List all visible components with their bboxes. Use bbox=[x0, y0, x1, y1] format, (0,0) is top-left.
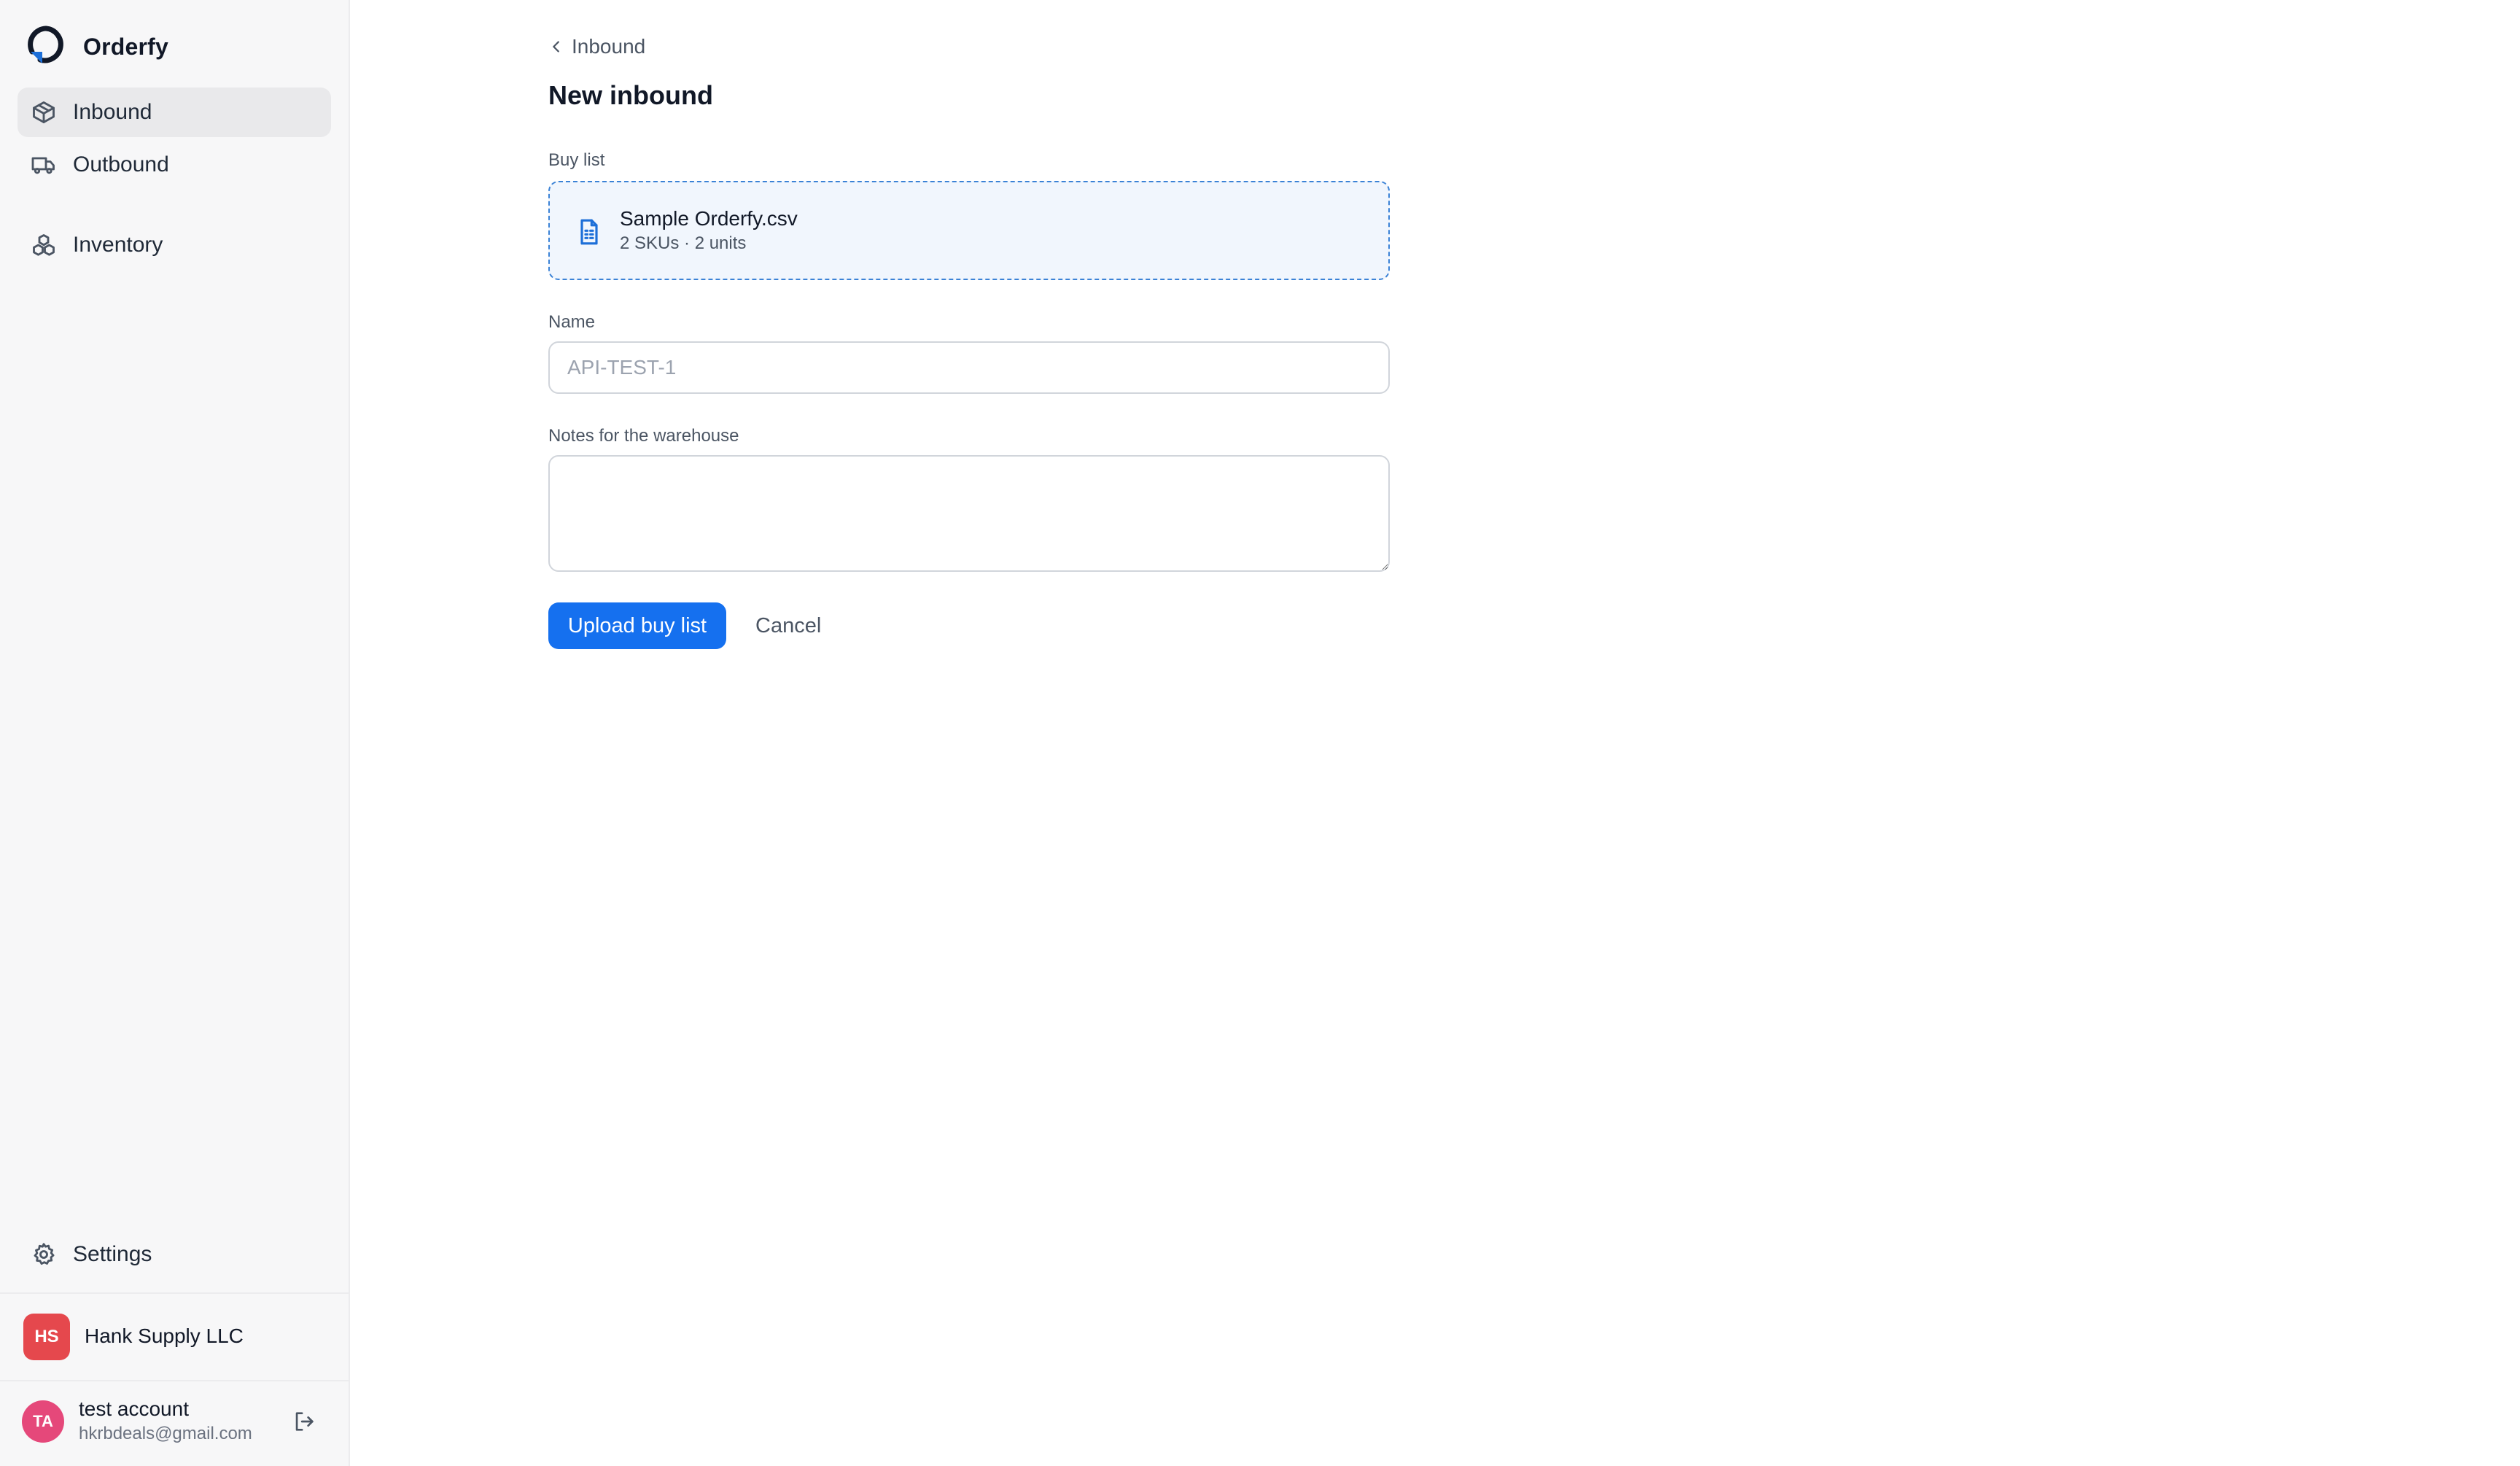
buy-list-dropzone[interactable]: Sample Orderfy.csv 2 SKUs · 2 units bbox=[548, 181, 1390, 280]
csv-file-icon bbox=[575, 217, 604, 247]
sidebar-item-inbound[interactable]: Inbound bbox=[18, 88, 331, 137]
sidebar-item-settings[interactable]: Settings bbox=[18, 1230, 331, 1279]
name-label: Name bbox=[548, 312, 596, 332]
upload-buy-list-button[interactable]: Upload buy list bbox=[548, 602, 726, 649]
buy-list-label: Buy list bbox=[548, 150, 605, 170]
sidebar: Orderfy Inbound Outbound Inventory Setti… bbox=[0, 0, 350, 1466]
breadcrumb-label: Inbound bbox=[572, 35, 646, 58]
gear-icon bbox=[31, 1241, 57, 1268]
org-switcher[interactable]: HS Hank Supply LLC bbox=[0, 1294, 349, 1380]
sidebar-item-inventory[interactable]: Inventory bbox=[18, 220, 331, 270]
main-content: Inbound New inbound Buy list Sample Orde… bbox=[350, 0, 2520, 1466]
user-profile: TA test account hkrbdeals@gmail.com bbox=[0, 1381, 349, 1466]
user-avatar: TA bbox=[22, 1400, 64, 1443]
brand-name: Orderfy bbox=[83, 33, 168, 60]
brand[interactable]: Orderfy bbox=[25, 25, 168, 69]
cancel-button[interactable]: Cancel bbox=[747, 602, 830, 649]
sidebar-item-label: Settings bbox=[73, 1242, 152, 1266]
user-name: test account bbox=[79, 1397, 189, 1420]
file-meta: 2 SKUs · 2 units bbox=[620, 233, 747, 253]
chevron-left-icon bbox=[553, 41, 559, 53]
sidebar-item-label: Outbound bbox=[73, 152, 169, 177]
package-icon bbox=[31, 99, 57, 125]
page-title: New inbound bbox=[548, 80, 713, 110]
org-name: Hank Supply LLC bbox=[85, 1325, 244, 1347]
sidebar-item-outbound[interactable]: Outbound bbox=[18, 140, 331, 190]
app-root: Orderfy Inbound Outbound Inventory Setti… bbox=[0, 0, 2520, 1466]
orderfy-logo-icon bbox=[25, 24, 67, 70]
breadcrumb-back-link[interactable]: Inbound bbox=[548, 35, 645, 58]
notes-label: Notes for the warehouse bbox=[548, 426, 739, 446]
boxes-icon bbox=[31, 232, 57, 258]
file-name: Sample Orderfy.csv bbox=[620, 207, 798, 230]
logout-icon[interactable] bbox=[292, 1409, 316, 1434]
org-avatar: HS bbox=[23, 1314, 70, 1360]
notes-textarea[interactable] bbox=[548, 455, 1390, 572]
sidebar-item-label: Inventory bbox=[73, 233, 163, 257]
sidebar-item-label: Inbound bbox=[73, 100, 152, 124]
truck-icon bbox=[31, 152, 57, 178]
name-input[interactable] bbox=[548, 341, 1390, 394]
user-email: hkrbdeals@gmail.com bbox=[79, 1424, 252, 1443]
